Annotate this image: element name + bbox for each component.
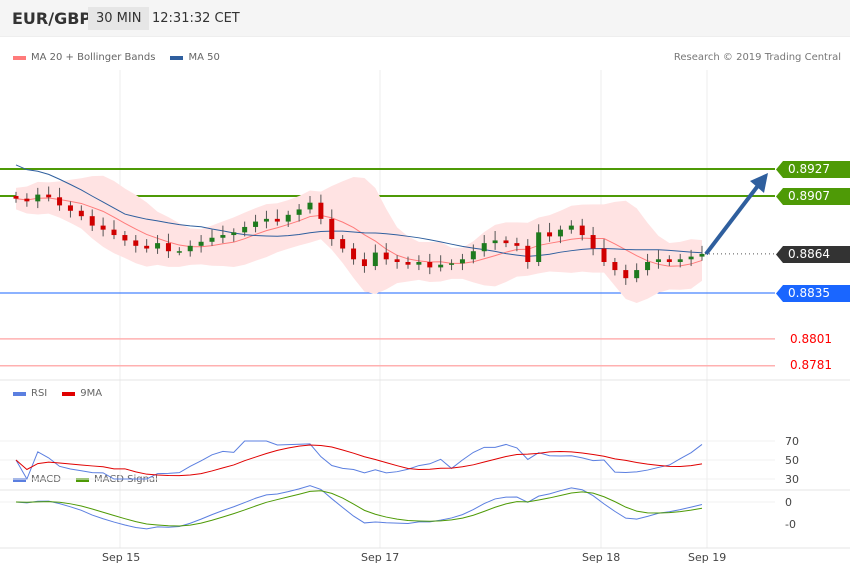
candle <box>503 240 509 244</box>
candle <box>492 240 498 244</box>
candle <box>677 259 683 262</box>
candle <box>688 256 694 260</box>
candle <box>111 229 117 236</box>
x-tick: Sep 15 <box>102 551 141 564</box>
candle <box>340 239 346 249</box>
candle <box>307 202 313 210</box>
rsi-tick: 50 <box>785 454 799 467</box>
candle <box>645 261 651 271</box>
support-1-tag: 0.8835 <box>776 285 850 302</box>
candle <box>176 251 182 253</box>
candle <box>601 248 607 262</box>
forecast-arrow <box>704 181 762 256</box>
resistance-1-tag: 0.8907 <box>776 188 850 205</box>
candle <box>525 245 531 262</box>
candle <box>144 245 150 249</box>
candle <box>318 202 324 219</box>
rsi-tick: 30 <box>785 473 799 486</box>
candle <box>133 240 139 246</box>
last-price-tag: 0.8864 <box>776 246 850 263</box>
candle <box>579 225 585 236</box>
candle <box>274 218 280 222</box>
x-tick: Sep 19 <box>688 551 727 564</box>
candle <box>568 225 574 230</box>
candle <box>24 198 30 202</box>
candle <box>405 261 411 265</box>
candle <box>231 232 237 236</box>
candle <box>449 263 455 265</box>
candle <box>209 237 215 242</box>
candle <box>536 232 542 262</box>
support-2-label: 0.8801 <box>790 332 832 346</box>
candle <box>253 221 259 227</box>
macd-signal-line <box>15 490 703 527</box>
candle <box>427 261 433 268</box>
candle <box>699 253 705 257</box>
candle <box>547 232 553 237</box>
candle <box>438 264 444 268</box>
candle <box>612 261 618 271</box>
macd-tick: 0 <box>785 496 792 509</box>
candle <box>361 259 367 267</box>
price-chart <box>0 70 850 549</box>
candle <box>122 235 128 241</box>
candle <box>13 195 19 199</box>
candle <box>459 259 465 264</box>
candle <box>329 218 335 240</box>
candle <box>394 259 400 262</box>
candle <box>220 235 226 238</box>
candle <box>89 216 95 226</box>
rsi-tick: 70 <box>785 435 799 448</box>
candle <box>416 261 422 265</box>
x-tick: Sep 17 <box>361 551 400 564</box>
candle <box>263 218 269 222</box>
candle <box>372 252 378 267</box>
support-3-label: 0.8781 <box>790 358 832 372</box>
candle <box>655 259 661 262</box>
candle <box>165 243 171 252</box>
candle <box>557 229 563 237</box>
candle <box>296 209 302 215</box>
candle <box>623 270 629 279</box>
candle <box>666 259 672 262</box>
candle <box>285 214 291 222</box>
candle <box>187 245 193 252</box>
candle <box>57 197 63 206</box>
candle <box>351 248 357 260</box>
candle <box>590 235 596 249</box>
candle <box>78 210 84 217</box>
candle <box>514 243 520 246</box>
resistance-2-tag: 0.8927 <box>776 161 850 178</box>
candle <box>35 194 41 202</box>
x-tick: Sep 18 <box>582 551 621 564</box>
candle <box>242 226 248 233</box>
candle <box>67 205 73 211</box>
bollinger-band <box>16 175 702 304</box>
candle <box>198 241 204 246</box>
candle <box>100 225 106 230</box>
candle <box>481 243 487 252</box>
candle <box>155 243 161 249</box>
candle <box>46 194 52 198</box>
candle <box>470 251 476 260</box>
candle <box>634 270 640 279</box>
candle <box>383 252 389 260</box>
macd-tick: -0 <box>785 518 796 531</box>
